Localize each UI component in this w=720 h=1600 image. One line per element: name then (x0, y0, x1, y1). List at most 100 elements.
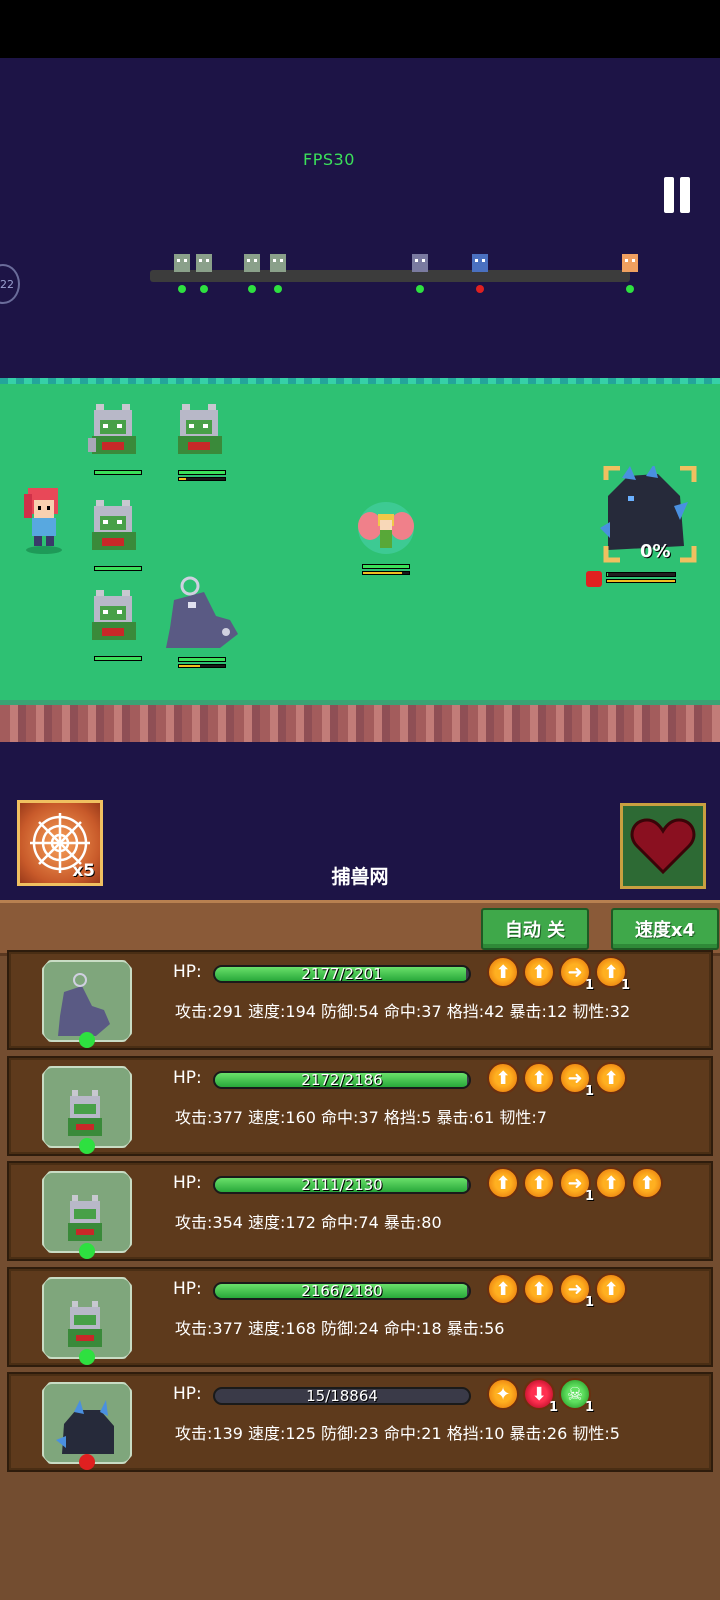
hp-value: 15/18864 (306, 1387, 378, 1405)
arrow-up-icon[interactable]: ⬆ (487, 956, 519, 988)
arrow-up-icon[interactable]: ⬆ (487, 1062, 519, 1094)
arrow-up-icon[interactable]: ⬆ 1 (595, 956, 630, 993)
unit-card[interactable]: HP: 2172/2186 攻击:377 速度:160 命中:37 格挡:5 暴击:… (7, 1056, 713, 1156)
unit-card[interactable]: HP: 15/18864 攻击:139 速度:125 防御:23 命中:21 格挡:… (7, 1372, 713, 1472)
buff-stack: 1 (584, 1295, 594, 1310)
hp-value: 2111/2130 (301, 1176, 383, 1194)
speed-button[interactable]: 速度x4 (611, 908, 719, 950)
hp-bar: 2172/2186 (213, 1071, 471, 1089)
net-skill-label: 捕兽网 (331, 866, 389, 888)
zombie-cat-icon (265, 250, 291, 276)
zombie-cat-hp-bar (94, 656, 142, 661)
unit-status-dot (79, 1349, 95, 1365)
auto-toggle-button[interactable]: 自动 关 (481, 908, 589, 950)
unit-status-dot (79, 1138, 95, 1154)
unit-card[interactable]: HP: 2177/2201 攻击:291 速度:194 防御:54 命中:37 格挡… (7, 950, 713, 1050)
hp-value: 2177/2201 (301, 965, 383, 983)
fairy-icon (617, 250, 643, 276)
buff-stack: 1 (584, 1400, 594, 1415)
turn-status-dot (200, 285, 208, 293)
buff-stack: 1 (584, 1189, 594, 1204)
heart-icon (630, 818, 696, 875)
arrow-up-icon[interactable]: ⬆ (487, 1167, 519, 1199)
zombie-cat-portrait[interactable] (42, 1277, 132, 1359)
zombie-cat-energy-bar (178, 477, 226, 481)
unit-card[interactable]: HP: 2111/2130 攻击:354 速度:172 命中:74 暴击:80 ⬆ ⬆ ➜… (7, 1161, 713, 1261)
turn-order-track (150, 270, 630, 282)
hp-bar: 2166/2180 (213, 1282, 471, 1300)
zombie-cat-unit[interactable] (170, 402, 230, 464)
arrow-up-icon[interactable]: ⬆ (487, 1273, 519, 1305)
buff-stack: 1 (584, 978, 594, 993)
zombie-cat-unit[interactable] (84, 498, 144, 560)
buff-list: ⬆ ⬆ ➜ 1 ⬆ 1 (487, 956, 630, 993)
skull-icon[interactable]: ☠ 1 (559, 1378, 594, 1415)
hp-label: HP: (173, 1279, 202, 1299)
turn-status-dot (274, 285, 282, 293)
unit-stats: 攻击:291 速度:194 防御:54 命中:37 格挡:42 暴击:12 韧性… (175, 1002, 631, 1021)
unit-stats: 攻击:139 速度:125 防御:23 命中:21 格挡:10 暴击:26 韧性… (175, 1424, 620, 1443)
boss-hp-bar (606, 572, 676, 577)
zombie-cat-icon (191, 250, 217, 276)
battlefield-dirt (0, 700, 720, 742)
fairy-unit[interactable] (356, 500, 416, 560)
turn-status-dot (416, 285, 424, 293)
ghost-beast-unit[interactable] (160, 576, 242, 652)
heart-skill-button[interactable] (620, 803, 706, 889)
arrow-down-icon[interactable]: ⬇ 1 (523, 1378, 558, 1415)
hp-value: 2172/2186 (301, 1071, 383, 1089)
zombie-cat-unit[interactable] (84, 588, 144, 650)
unit-status-dot (79, 1032, 95, 1048)
arrow-up-icon[interactable]: ⬆ (595, 1062, 627, 1094)
unit-stats: 攻击:377 速度:168 防御:24 命中:18 暴击:56 (175, 1319, 505, 1338)
flame-icon[interactable]: ✦ (487, 1378, 519, 1410)
ghost-beast-energy-bar (178, 664, 226, 668)
arrow-up-icon[interactable]: ⬆ (523, 1273, 555, 1305)
arrow-up-icon[interactable]: ⬆ (631, 1167, 663, 1199)
fairy-hp-bar (362, 564, 410, 569)
hp-label: HP: (173, 962, 202, 982)
buff-stack: 1 (620, 978, 630, 993)
zombie-cat-portrait[interactable] (42, 1171, 132, 1253)
zombie-cat-hp-bar (94, 470, 142, 475)
unit-stats: 攻击:354 速度:172 命中:74 暴击:80 (175, 1213, 442, 1232)
fairy-energy-bar (362, 571, 410, 575)
ghost-beast-portrait[interactable] (42, 960, 132, 1042)
enemy-skull-icon (586, 571, 602, 587)
buff-stack: 1 (584, 1084, 594, 1099)
turn-status-dot (178, 285, 186, 293)
bird-icon[interactable]: ➜ 1 (559, 1273, 594, 1310)
fps-counter: FPS30 (303, 150, 355, 169)
hero-girl[interactable] (18, 486, 70, 556)
zombie-cat-unit[interactable] (84, 402, 144, 464)
pause-button[interactable] (662, 177, 692, 213)
ghost-beast-icon (407, 250, 433, 276)
crystal-wolf-portrait[interactable] (42, 1382, 132, 1464)
hp-bar: 2177/2201 (213, 965, 471, 983)
bird-icon[interactable]: ➜ 1 (559, 1062, 594, 1099)
ghost-beast-hp-bar (178, 657, 226, 662)
boss-energy-bar (606, 579, 676, 583)
arrow-up-icon[interactable]: ⬆ (523, 956, 555, 988)
unit-stats: 攻击:377 速度:160 命中:37 格挡:5 暴击:61 韧性:7 (175, 1108, 547, 1127)
zombie-cat-portrait[interactable] (42, 1066, 132, 1148)
arrow-up-icon[interactable]: ⬆ (523, 1167, 555, 1199)
bird-icon[interactable]: ➜ 1 (559, 956, 594, 993)
hp-bar: 15/18864 (213, 1387, 471, 1405)
unit-status-dot (79, 1454, 95, 1470)
arrow-up-icon[interactable]: ⬆ (523, 1062, 555, 1094)
buff-list: ⬆ ⬆ ➜ 1 ⬆ (487, 1062, 627, 1099)
pause-icon (664, 177, 674, 213)
hp-label: HP: (173, 1384, 202, 1404)
hp-label: HP: (173, 1173, 202, 1193)
arrow-up-icon[interactable]: ⬆ (595, 1167, 627, 1199)
buff-list: ⬆ ⬆ ➜ 1 ⬆ ⬆ (487, 1167, 663, 1204)
net-skill-button[interactable]: x5 (17, 800, 103, 886)
arrow-up-icon[interactable]: ⬆ (595, 1273, 627, 1305)
turn-status-dot (476, 285, 484, 293)
zombie-cat-icon (239, 250, 265, 276)
unit-card[interactable]: HP: 2166/2180 攻击:377 速度:168 防御:24 命中:18 暴击… (7, 1267, 713, 1367)
buff-list: ✦ ⬇ 1 ☠ 1 (487, 1378, 594, 1415)
crystal-wolf-icon (467, 250, 493, 276)
bird-icon[interactable]: ➜ 1 (559, 1167, 594, 1204)
